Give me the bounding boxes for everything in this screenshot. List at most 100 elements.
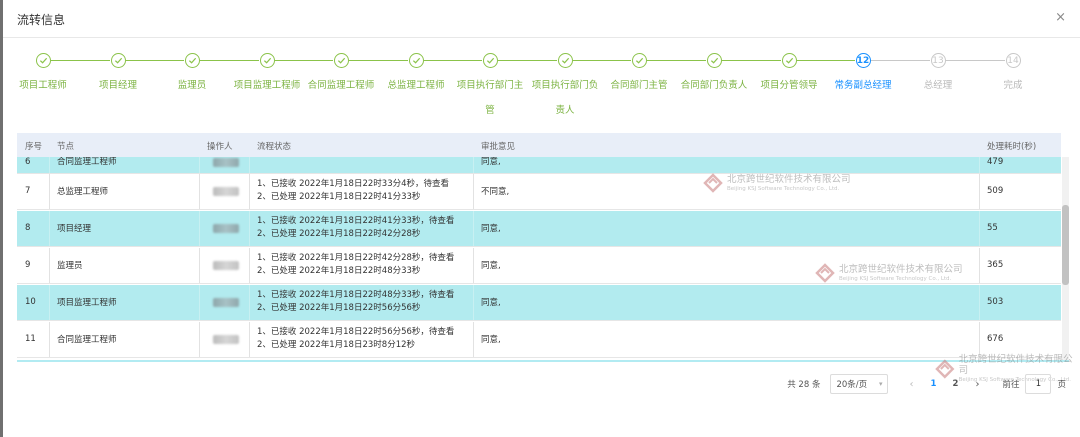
status-line-processed: 2、已处理 2022年1月18日22时48分33秒: [257, 266, 421, 277]
flow-info-dialog: 流转信息 × 项目工程师 项目经理 监理员 项目监理工程师 合同监理工程师 总监理工程师项…: [3, 0, 1080, 437]
row-opinion: 同意,: [481, 335, 501, 346]
goto-page-input[interactable]: 1: [1025, 374, 1052, 394]
step-label: 项目执行部门主管: [456, 80, 524, 116]
goto-label: 前往: [1002, 380, 1020, 390]
redacted-operator: [213, 186, 239, 196]
scrollbar-thumb[interactable]: [1062, 205, 1069, 285]
row-time: 676: [987, 334, 1004, 345]
step-number: 13: [930, 53, 946, 68]
step-10: 合同部门负责人: [674, 50, 754, 98]
column-divider: [199, 247, 200, 283]
col-header-node: 节点: [57, 142, 75, 152]
row-no: 11: [25, 334, 36, 345]
row-node: 项目监理工程师: [57, 298, 117, 309]
step-14: 14 完成: [973, 50, 1053, 98]
row-node: 合同监理工程师: [57, 335, 117, 346]
check-icon: [706, 53, 722, 68]
table-row[interactable]: 7 总监理工程师 1、已接收 2022年1月18日22时33分4秒，待查看 2、已处理…: [17, 173, 1061, 210]
check-icon: [184, 53, 200, 68]
next-page-icon[interactable]: ›: [969, 379, 985, 390]
redacted-operator: [213, 223, 239, 233]
check-icon: [408, 53, 424, 68]
row-operator: [213, 248, 239, 284]
row-status: 1、已接收 2022年1月18日22时42分28秒，待查看 2、已处理 2022年…: [257, 248, 454, 284]
col-header-time: 处理耗时(秒): [987, 142, 1037, 152]
table-body[interactable]: 6合同监理工程师2、已处理 2022年1月18日22时33分4秒同意,4797总…: [17, 157, 1061, 360]
status-line-received: 1、已接收 2022年1月18日22时42分28秒，待查看: [257, 253, 455, 264]
page-1-button[interactable]: 1: [924, 379, 942, 389]
row-status: 1、已接收 2022年1月18日22时56分56秒，待查看 2、已处理 2022年…: [257, 322, 454, 358]
row-status: 1、已接收 2022年1月18日22时48分33秒，待查看 2、已处理 2022年…: [257, 285, 454, 321]
column-divider: [249, 321, 250, 357]
row-opinion: 同意,: [481, 298, 501, 309]
step-label: 总监理工程师: [387, 80, 445, 91]
table-scrollbar[interactable]: [1062, 157, 1069, 360]
table-row[interactable]: 8 项目经理 1、已接收 2022年1月18日22时41分33秒，待查看 2、已处理 …: [17, 210, 1061, 247]
table-row[interactable]: 11 合同监理工程师 1、已接收 2022年1月18日22时56分56秒，待查看 2、…: [17, 321, 1061, 358]
row-operator: [213, 174, 239, 210]
step-6: 总监理工程师: [376, 50, 456, 98]
step-number: 14: [1005, 53, 1021, 68]
column-divider: [249, 157, 250, 173]
redacted-operator: [213, 157, 239, 167]
step-5: 合同监理工程师: [301, 50, 381, 98]
column-divider: [979, 157, 980, 173]
row-time: 479: [987, 157, 1004, 167]
prev-page-icon[interactable]: ‹: [903, 379, 919, 390]
row-no: 8: [25, 223, 31, 234]
goto-page: 前往 1 页: [1002, 374, 1066, 394]
page-2-button[interactable]: 2: [946, 379, 964, 389]
column-divider: [979, 210, 980, 246]
column-divider: [199, 321, 200, 357]
table-row[interactable]: 6 合同监理工程师 2、已处理 2022年1月18日22时33分4秒 同意, 479: [17, 157, 1061, 174]
column-divider: [473, 247, 474, 283]
column-divider: [49, 284, 50, 320]
table-row[interactable]: 10 项目监理工程师 1、已接收 2022年1月18日22时48分33秒，待查看 2、…: [17, 284, 1061, 321]
step-12: 12 常务副总经理: [823, 50, 903, 98]
row-time: 509: [987, 186, 1004, 197]
column-divider: [199, 210, 200, 246]
check-icon: [482, 53, 498, 68]
status-line-processed: 2、已处理 2022年1月18日22时42分28秒: [257, 229, 421, 240]
process-steps: 项目工程师 项目经理 监理员 项目监理工程师 合同监理工程师 总监理工程师 项目执行部门主管…: [3, 50, 1080, 120]
status-line-received: 1、已接收 2022年1月18日22时56分56秒，待查看: [257, 327, 455, 338]
row-operator: [213, 211, 239, 247]
table-row[interactable]: 9 监理员 1、已接收 2022年1月18日22时42分28秒，待查看 2、已处理 2…: [17, 247, 1061, 284]
page-size-select[interactable]: 20条/页 ▾: [830, 374, 889, 394]
step-4: 项目监理工程师: [227, 50, 307, 98]
redacted-operator: [213, 260, 239, 270]
column-divider: [473, 173, 474, 209]
status-line-received: 1、已接收 2022年1月18日22时33分4秒，待查看: [257, 179, 450, 190]
row-node: 项目经理: [57, 224, 92, 235]
row-opinion: 同意,: [481, 261, 501, 272]
status-line-processed: 2、已处理 2022年1月18日23时8分12秒: [257, 340, 416, 351]
chevron-down-icon: ▾: [878, 380, 883, 388]
close-icon[interactable]: ×: [1055, 10, 1066, 25]
column-divider: [249, 247, 250, 283]
redacted-operator: [213, 297, 239, 307]
step-label: 总经理: [923, 80, 953, 91]
status-line-received: 1、已接收 2022年1月18日22时41分33秒，待查看: [257, 216, 455, 227]
flow-table: 序号 节点 操作人 流程状态 审批意见 处理耗时(秒) 6 合同监理工程师 2、已处…: [17, 133, 1069, 362]
column-divider: [199, 173, 200, 209]
row-no: 10: [25, 297, 36, 308]
page-size-value: 20条/页: [836, 380, 868, 390]
col-header-opinion: 审批意见: [481, 142, 516, 152]
column-divider: [249, 173, 250, 209]
column-divider: [49, 321, 50, 357]
column-divider: [199, 284, 200, 320]
column-divider: [249, 210, 250, 246]
column-divider: [49, 157, 50, 173]
status-line-processed: 2、已处理 2022年1月18日22时33分4秒: [257, 157, 415, 158]
row-opinion: 同意,: [481, 224, 501, 235]
dialog-header: 流转信息 ×: [3, 0, 1080, 38]
step-number: 12: [855, 53, 871, 68]
row-no: 7: [25, 186, 31, 197]
status-line-received: 1、已接收 2022年1月18日22时48分33秒，待查看: [257, 290, 455, 301]
row-opinion: 不同意,: [481, 187, 510, 198]
row-node: 合同监理工程师: [57, 157, 117, 167]
column-divider: [49, 210, 50, 246]
step-label: 完成: [1003, 80, 1023, 91]
column-divider: [473, 210, 474, 246]
step-label: 项目执行部门负责人: [531, 80, 599, 116]
